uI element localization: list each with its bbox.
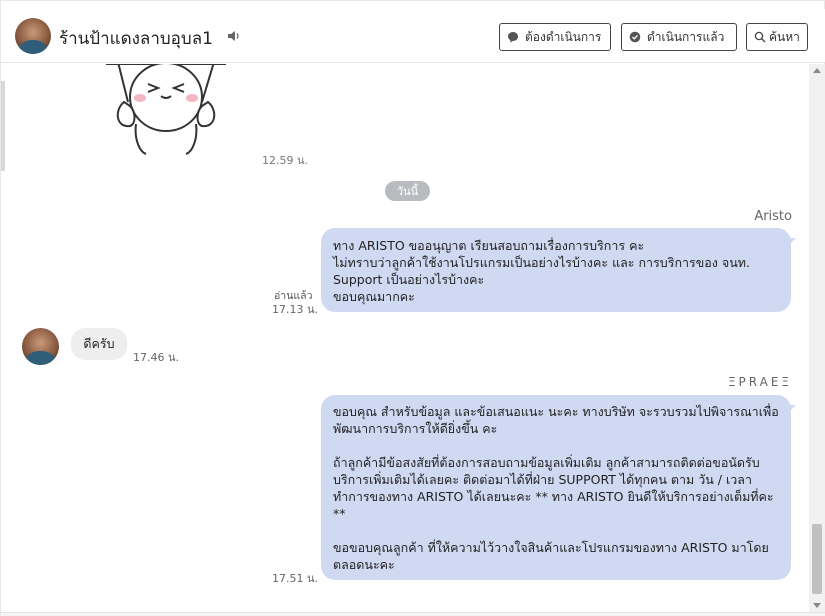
outgoing-message[interactable]: ทาง ARISTO ขออนุญาต เรียนสอบถามเรื่องการ… bbox=[321, 228, 796, 312]
scroll-thumb[interactable] bbox=[812, 524, 822, 594]
scroll-up-arrow-icon[interactable] bbox=[813, 68, 821, 73]
chat-bubble-icon bbox=[508, 32, 518, 43]
sender-name-2: ΞPRAEΞ bbox=[727, 375, 792, 389]
chat-window: ร้านป้าแดงลาบอุบล1 ต้องดำเนินการ ดำเนินก… bbox=[0, 0, 825, 616]
speaker-icon[interactable] bbox=[227, 29, 241, 43]
pending-label: ต้องดำเนินการ bbox=[525, 29, 602, 44]
chat-header: ร้านป้าแดงลาบอุบล1 ต้องดำเนินการ ดำเนินก… bbox=[1, 9, 825, 63]
message-timestamp-2: 17.51 น. bbox=[272, 572, 319, 585]
bunny-sticker bbox=[106, 64, 226, 155]
message-timestamp: 17.13 น. bbox=[272, 303, 319, 316]
incoming-timestamp: 17.46 น. bbox=[133, 351, 180, 364]
outgoing-message-2[interactable]: ขอบคุณ สำหรับข้อมูล และข้อเสนอแนะ นะคะ ท… bbox=[321, 395, 796, 580]
sender-avatar[interactable] bbox=[22, 328, 59, 365]
sender-name: Aristo bbox=[754, 209, 792, 224]
contact-avatar[interactable] bbox=[15, 18, 51, 54]
footer-divider bbox=[1, 612, 825, 616]
search-icon bbox=[754, 31, 766, 43]
chat-scrollbar[interactable] bbox=[809, 64, 825, 612]
pending-button[interactable]: ต้องดำเนินการ bbox=[499, 23, 611, 51]
done-label: ดำเนินการแล้ว bbox=[647, 29, 725, 44]
done-button[interactable]: ดำเนินการแล้ว bbox=[621, 23, 737, 51]
contact-name: ร้านป้าแดงลาบอุบล1 bbox=[59, 29, 213, 49]
chat-check-icon bbox=[629, 31, 641, 43]
search-button[interactable]: ค้นหา bbox=[746, 23, 808, 51]
search-label: ค้นหา bbox=[769, 29, 800, 44]
scroll-down-arrow-icon[interactable] bbox=[813, 603, 821, 608]
sticker-timestamp: 12.59 น. bbox=[262, 154, 309, 167]
date-divider: วันนี้ bbox=[385, 181, 430, 201]
chat-messages: 12.59 น. วันนี้ Aristo ทาง ARISTO ขออนุญ… bbox=[1, 64, 809, 612]
incoming-message[interactable]: ดีครับ bbox=[71, 328, 127, 360]
